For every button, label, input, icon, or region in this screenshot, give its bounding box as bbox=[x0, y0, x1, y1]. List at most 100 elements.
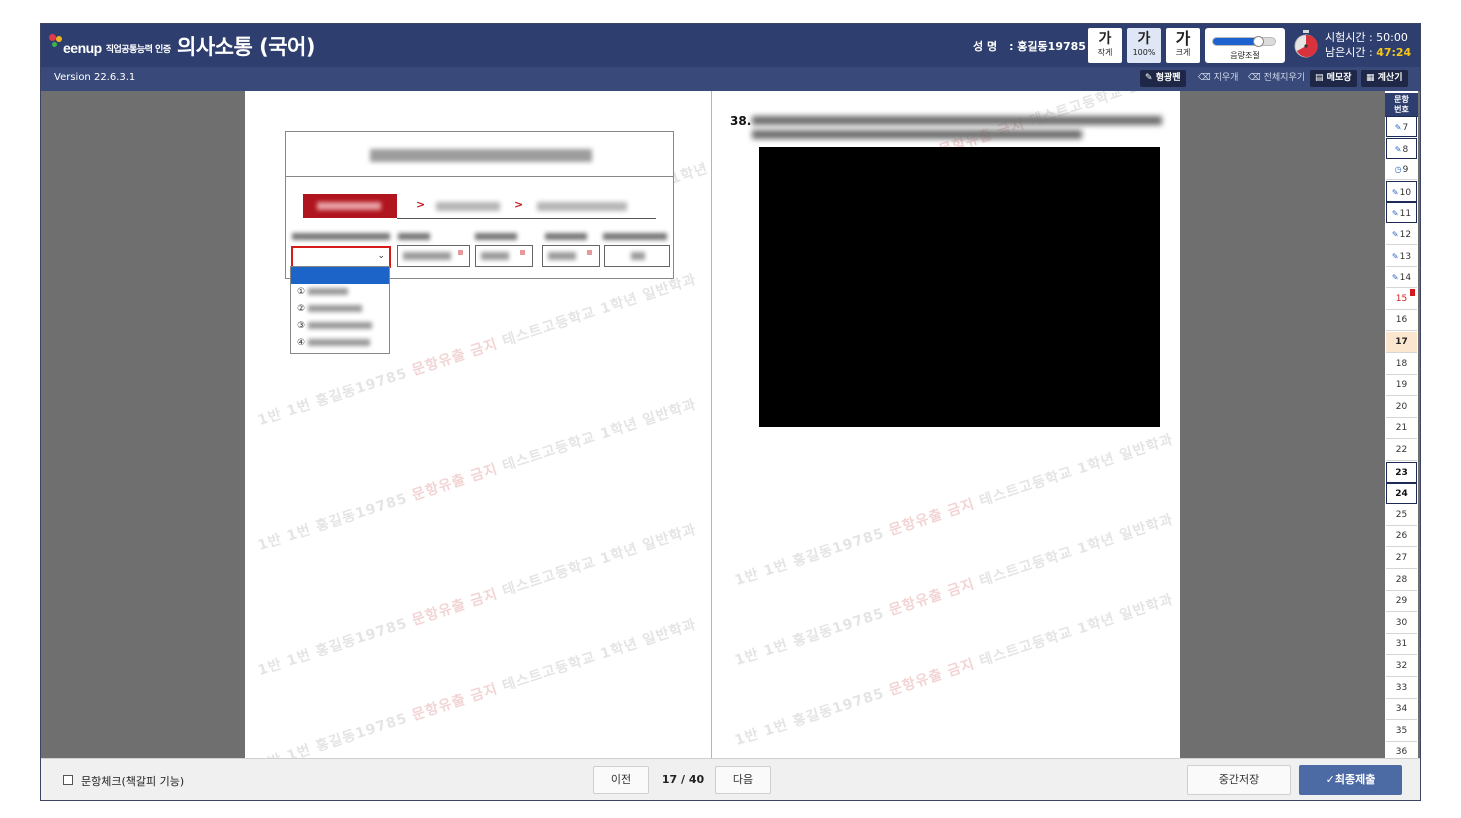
remaining-label: 남은시간 : bbox=[1325, 46, 1377, 59]
question-nav-item-36[interactable]: 36 bbox=[1386, 742, 1417, 758]
dropdown-highlight bbox=[291, 267, 389, 284]
question-nav-item-30[interactable]: 30 bbox=[1386, 612, 1417, 634]
toolbar: Version 22.6.3.1 ✎ 형광펜 ⌫ 지우개 ⌫ 전체지우기 ▤ 메… bbox=[41, 67, 1420, 91]
question-nav-number: 20 bbox=[1395, 401, 1408, 412]
question-nav-item-10[interactable]: ✎10 bbox=[1386, 180, 1417, 202]
remaining-value: 47:24 bbox=[1376, 46, 1412, 59]
question-navigator: 문항 번호 ✎7 ✎8 ◷9 ✎10 ✎11 ✎12 ✎13 ✎14 15 16 17 18 19 20 2… bbox=[1385, 91, 1418, 758]
dropdown-option: ① bbox=[297, 287, 349, 297]
question-nav-item-9[interactable]: ◷9 bbox=[1386, 159, 1417, 181]
figure-field bbox=[397, 245, 470, 267]
question-nav-number: 30 bbox=[1395, 617, 1408, 628]
answered-icon: ✎ bbox=[1391, 273, 1399, 283]
clear-all-icon: ⌫ bbox=[1248, 73, 1261, 83]
bookmark-checkbox[interactable] bbox=[63, 775, 73, 785]
question-nav-number: 35 bbox=[1395, 725, 1408, 736]
question-nav-number: 23 bbox=[1395, 467, 1408, 478]
exam-window: eenup 직업공통능력 인증 의사소통 (국어) 성 명 : 홍길동19785… bbox=[40, 23, 1421, 801]
question-nav-item-24[interactable]: 24 bbox=[1386, 483, 1417, 505]
question-nav-item-17[interactable]: 17 bbox=[1386, 332, 1417, 353]
final-submit-button[interactable]: ✓최종제출 bbox=[1299, 765, 1402, 795]
figure-dropdown-list: ① ② ③ ④ bbox=[290, 266, 390, 354]
next-button[interactable]: 다음 bbox=[715, 766, 771, 794]
remaining-time: 남은시간 : 47:24 bbox=[1325, 45, 1411, 60]
question-nav-item-29[interactable]: 29 bbox=[1386, 591, 1417, 613]
figure-select: ⌄ bbox=[291, 246, 391, 268]
clear-all-button[interactable]: ⌫ 전체지우기 bbox=[1243, 70, 1310, 87]
question-nav-number: 28 bbox=[1395, 574, 1408, 585]
question-nav-number: 34 bbox=[1395, 704, 1408, 715]
watermark: 1반 1번 홍길동19785 문항유출 금지 테스트고등학교 1학년 일반학과 bbox=[732, 591, 1176, 750]
question-nav-item-31[interactable]: 31 bbox=[1386, 634, 1417, 656]
clock-icon: ◷ bbox=[1394, 165, 1402, 175]
question-nav-item-18[interactable]: 18 bbox=[1386, 353, 1417, 375]
question-number: 38. bbox=[730, 114, 752, 128]
question-nav-item-35[interactable]: 35 bbox=[1386, 720, 1417, 742]
font-small-button[interactable]: 가 작게 bbox=[1088, 28, 1122, 63]
question-nav-item-26[interactable]: 26 bbox=[1386, 526, 1417, 548]
question-nav-item-27[interactable]: 27 bbox=[1386, 548, 1417, 569]
calculator-button[interactable]: ▦ 계산기 bbox=[1361, 70, 1408, 87]
dropdown-option: ② bbox=[297, 304, 363, 314]
question-nav-item-19[interactable]: 19 bbox=[1386, 375, 1417, 397]
answered-icon: ✎ bbox=[1391, 209, 1399, 219]
question-nav-item-7[interactable]: ✎7 bbox=[1386, 116, 1417, 137]
memo-label: 메모장 bbox=[1326, 73, 1352, 83]
question-nav-item-12[interactable]: ✎12 bbox=[1386, 224, 1417, 245]
volume-knob[interactable] bbox=[1252, 36, 1264, 47]
answered-icon: ✎ bbox=[1391, 187, 1399, 197]
question-nav-item-33[interactable]: 33 bbox=[1386, 677, 1417, 699]
answered-icon: ✎ bbox=[1391, 251, 1399, 261]
highlighter-button[interactable]: ✎ 형광펜 bbox=[1140, 70, 1186, 87]
memo-button[interactable]: ▤ 메모장 bbox=[1310, 70, 1357, 87]
watermark: 1반 1번 홍길동19785 문항유출 금지 테스트고등학교 1학년 일반학과 bbox=[255, 616, 699, 758]
question-nav-number: 16 bbox=[1395, 315, 1408, 326]
interim-save-button[interactable]: 중간저장 bbox=[1187, 765, 1291, 795]
question-nav-item-21[interactable]: 21 bbox=[1386, 418, 1417, 440]
font-large-button[interactable]: 가 크게 bbox=[1166, 28, 1200, 63]
question-nav-item-15[interactable]: 15 bbox=[1386, 288, 1417, 310]
font-small-label: 작게 bbox=[1097, 48, 1113, 57]
question-nav-number: 9 bbox=[1402, 165, 1409, 176]
question-nav-item-32[interactable]: 32 bbox=[1386, 656, 1417, 677]
question-nav-number: 36 bbox=[1395, 747, 1408, 758]
question-nav-item-25[interactable]: 25 bbox=[1386, 504, 1417, 526]
timer: 시험시간 : 50:00 남은시간 : 47:24 bbox=[1325, 30, 1411, 60]
question-nav-number: 15 bbox=[1395, 293, 1408, 304]
question-nav-item-28[interactable]: 28 bbox=[1386, 569, 1417, 591]
right-page: 1반 1번 홍길동19785 문항유출 금지 테스트고등학교 1학년 일반학과 … bbox=[712, 91, 1180, 758]
answered-icon: ✎ bbox=[1391, 230, 1399, 239]
question-nav-item-34[interactable]: 34 bbox=[1386, 699, 1417, 721]
highlighter-label: 형광펜 bbox=[1155, 73, 1181, 83]
question-nav-number: 31 bbox=[1395, 639, 1408, 650]
figure-divider bbox=[286, 176, 673, 177]
chevron-down-icon: ⌄ bbox=[377, 251, 385, 261]
stopwatch-icon bbox=[1294, 30, 1318, 58]
watermark: 1반 1번 홍길동19785 문항유출 금지 테스트고등학교 1학년 일반학과 bbox=[255, 521, 699, 680]
logo-subtitle: 직업공통능력 인증 bbox=[105, 45, 171, 55]
question-nav-item-16[interactable]: 16 bbox=[1386, 310, 1417, 332]
font-normal-button[interactable]: 가 100% bbox=[1127, 28, 1161, 63]
logo: eenup 직업공통능력 인증 bbox=[49, 30, 171, 60]
volume-slider[interactable] bbox=[1212, 36, 1276, 47]
eraser-label: 지우개 bbox=[1213, 73, 1239, 83]
question-nav-item-23[interactable]: 23 bbox=[1386, 461, 1417, 483]
font-large-label: 크게 bbox=[1175, 48, 1191, 57]
figure-label bbox=[475, 233, 517, 240]
question-nav-item-14[interactable]: ✎14 bbox=[1386, 267, 1417, 289]
font-normal-glyph: 가 bbox=[1137, 31, 1151, 47]
question-nav-number: 10 bbox=[1399, 187, 1412, 198]
figure-title-redacted bbox=[370, 149, 592, 162]
question-nav-item-8[interactable]: ✎8 bbox=[1386, 137, 1417, 159]
eraser-button[interactable]: ⌫ 지우개 bbox=[1193, 70, 1243, 87]
exam-time: 시험시간 : 50:00 bbox=[1325, 31, 1408, 44]
question-nav-item-22[interactable]: 22 bbox=[1386, 440, 1417, 461]
question-nav-item-13[interactable]: ✎13 bbox=[1386, 245, 1417, 267]
figure-field bbox=[475, 245, 533, 267]
prev-button[interactable]: 이전 bbox=[593, 766, 649, 794]
question-nav-item-20[interactable]: 20 bbox=[1386, 396, 1417, 418]
question-nav-number: 25 bbox=[1395, 509, 1408, 520]
question-nav-item-11[interactable]: ✎11 bbox=[1386, 202, 1417, 224]
figure-label bbox=[292, 233, 390, 240]
question-nav-number: 29 bbox=[1395, 596, 1408, 607]
